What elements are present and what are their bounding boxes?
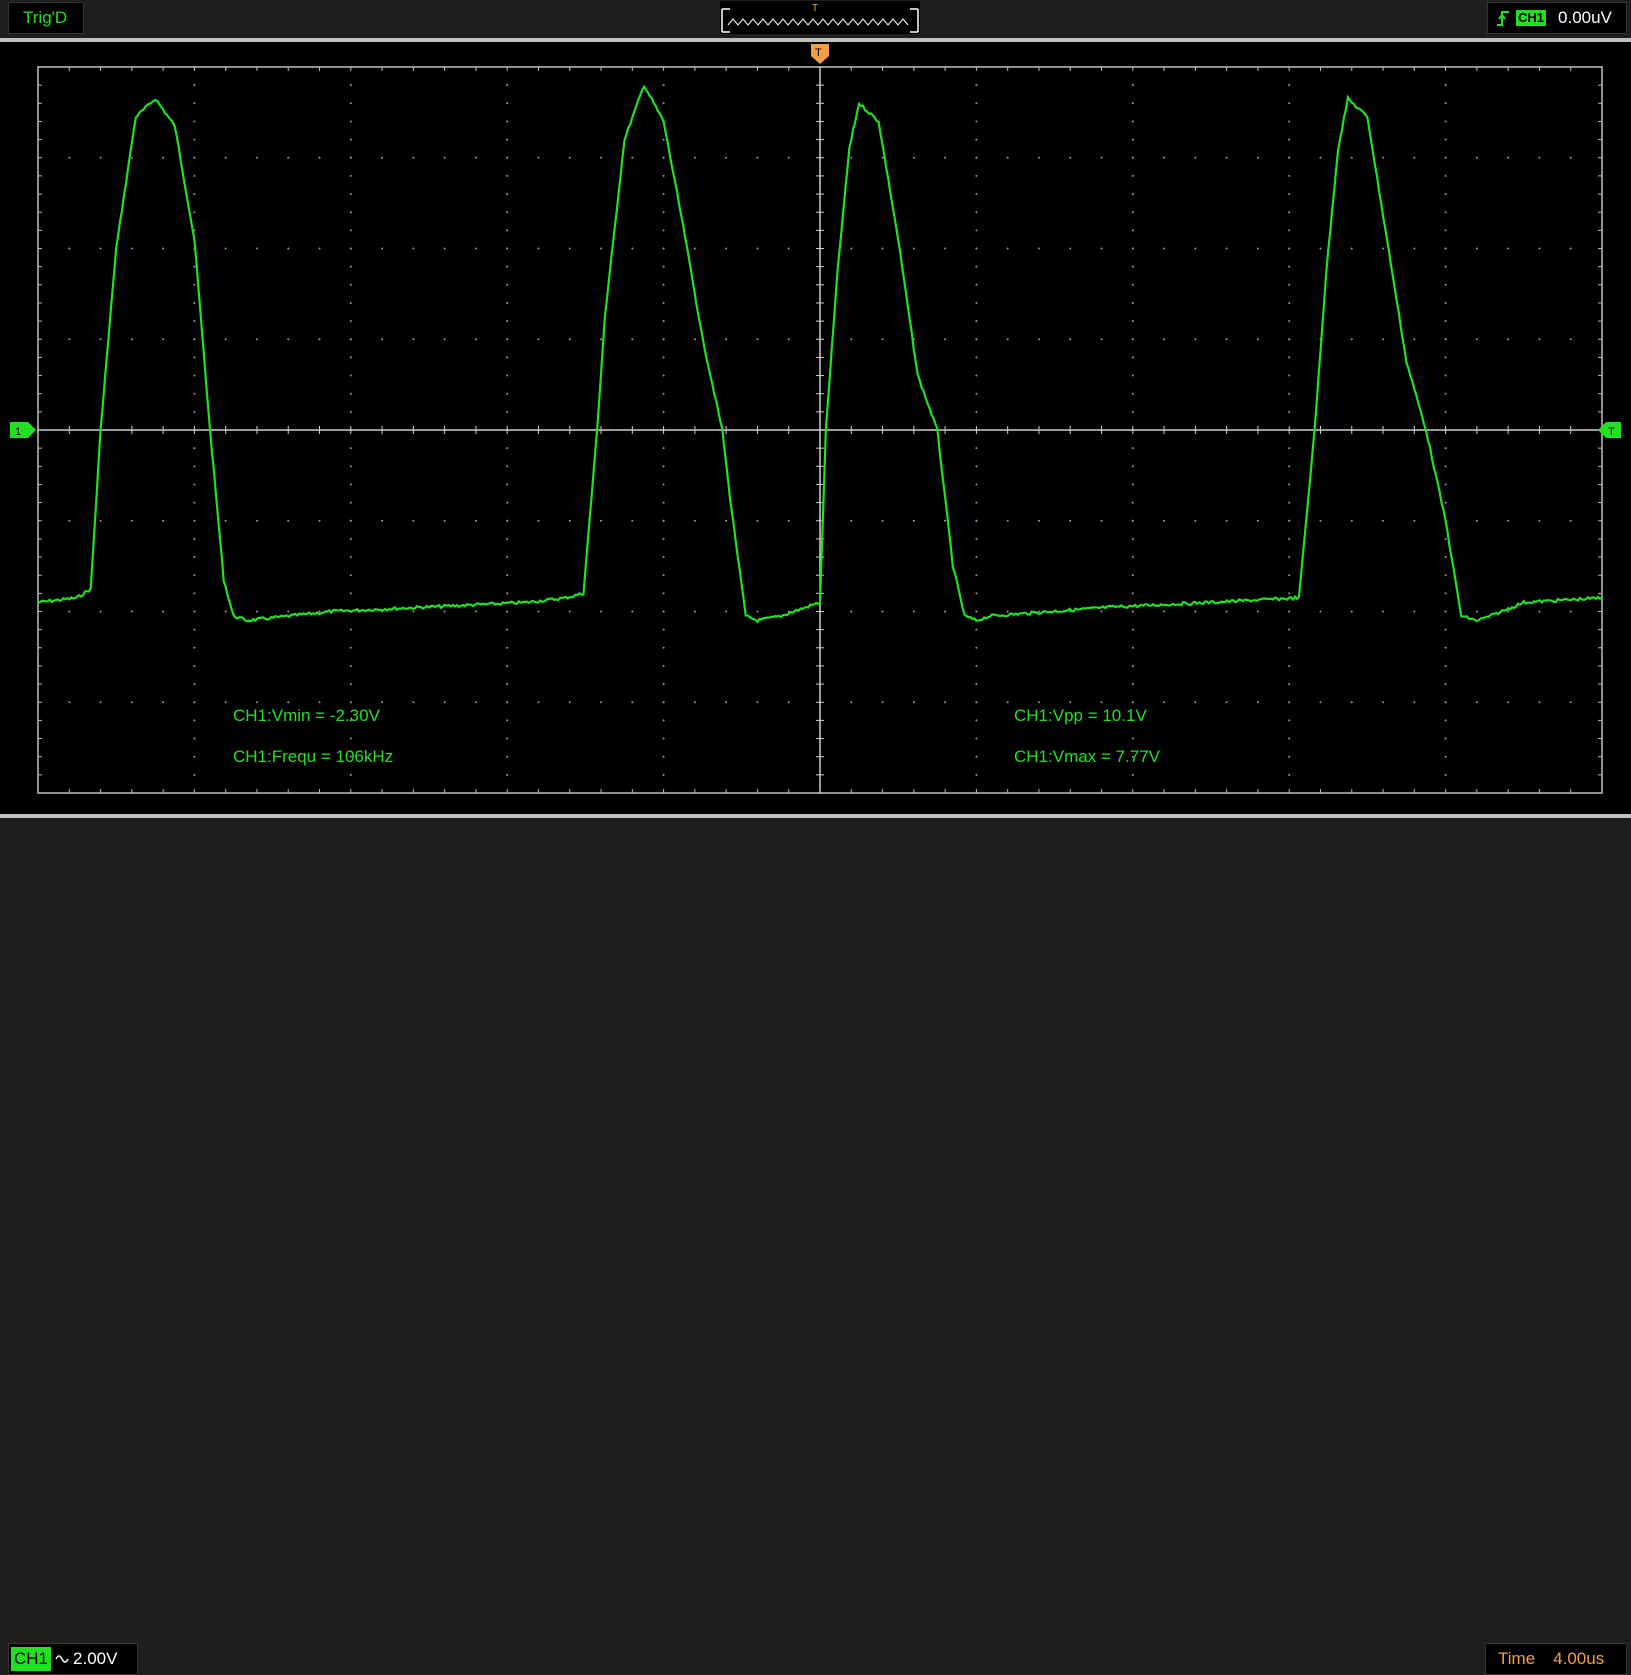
waveform-display: 1 T T [10, 44, 1621, 794]
measurement-frequency: CH1:Frequ = 106kHz [233, 747, 394, 766]
ac-coupling-icon [55, 1655, 69, 1663]
bottom-status-bar: CH1 2.00V Time 4.00us [0, 818, 1631, 1675]
timebase[interactable]: Time 4.00us [1485, 1643, 1627, 1675]
preview-window-icon: T [721, 3, 919, 33]
channel-scale[interactable]: CH1 2.00V [8, 1643, 138, 1675]
trigger-level-marker-label: T [1608, 426, 1615, 438]
time-label: Time [1498, 1649, 1536, 1668]
volts-per-div: 2.00V [73, 1649, 118, 1668]
trigger-source-badge: CH1 [1516, 10, 1547, 26]
oscilloscope-screen[interactable]: 1 T T CH1:Vmin = -2.30V CH1:Frequ = 106k… [0, 42, 1631, 814]
top-status-bar: Trig'D T CH1 0.00uV [0, 0, 1631, 38]
measurement-vmin: CH1:Vmin = -2.30V [233, 706, 380, 725]
measurement-vmax: CH1:Vmax = 7.77V [1014, 747, 1160, 766]
preview-trigger-mark: T [812, 3, 818, 14]
trigger-position-marker-label: T [815, 47, 822, 59]
channel-1-offset-marker[interactable] [10, 422, 36, 438]
waveform-position-preview[interactable]: T [720, 1, 920, 34]
trigger-level: 0.00uV [1558, 8, 1612, 27]
time-per-div: 4.00us [1553, 1649, 1605, 1668]
measurement-vpp: CH1:Vpp = 10.1V [1014, 706, 1147, 725]
channel-badge: CH1 [11, 1647, 52, 1671]
graticule [37, 66, 1603, 794]
trigger-status: Trig'D [8, 2, 84, 34]
trigger-info[interactable]: CH1 0.00uV [1487, 2, 1627, 34]
rising-edge-icon [1497, 11, 1509, 26]
channel-1-marker-label: 1 [15, 426, 21, 438]
